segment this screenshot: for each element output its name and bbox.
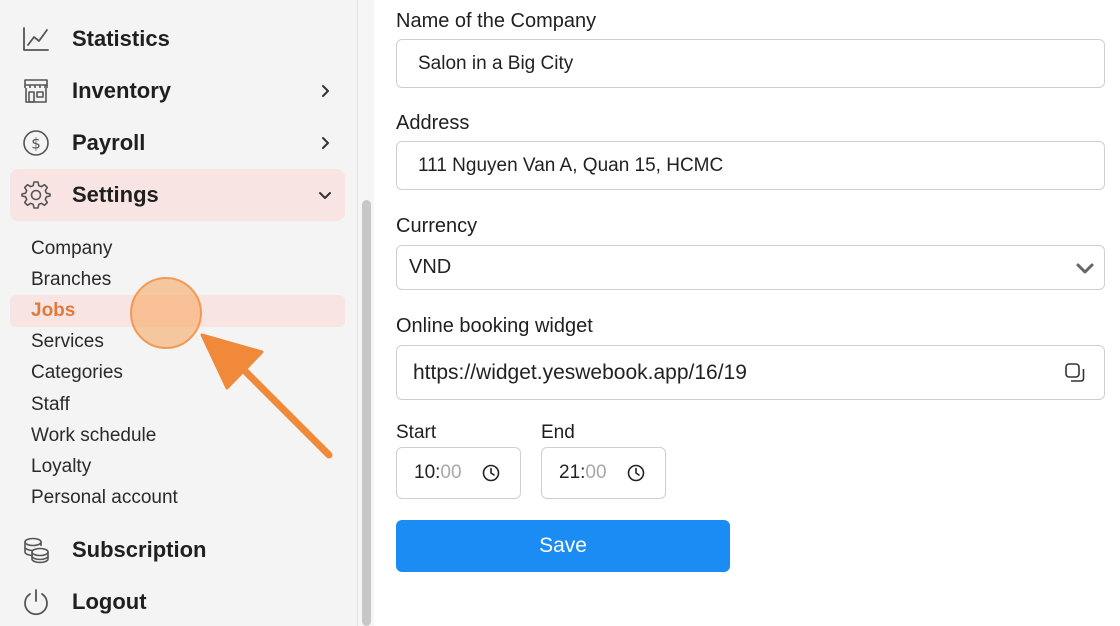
- sidebar-item-label: Settings: [72, 182, 159, 207]
- widget-label: Online booking widget: [396, 315, 593, 337]
- power-icon: [20, 586, 52, 618]
- gear-icon: [20, 179, 52, 211]
- sidebar-item-label: Inventory: [72, 78, 172, 103]
- submenu-item-company[interactable]: Company: [10, 233, 345, 264]
- submenu-item-categories[interactable]: Categories: [10, 358, 345, 389]
- address-field[interactable]: 111 Nguyen Van A, Quan 15, HCMC: [396, 141, 1105, 190]
- submenu-item-work-schedule[interactable]: Work schedule: [10, 420, 345, 451]
- chevron-right-icon: [317, 135, 333, 151]
- currency-select[interactable]: VND: [396, 245, 1105, 290]
- submenu-item-jobs[interactable]: Jobs: [10, 295, 345, 327]
- start-time-input[interactable]: 10:00: [396, 447, 521, 499]
- company-name-field[interactable]: Salon in a Big City: [396, 39, 1105, 88]
- sidebar-scrollbar-thumb[interactable]: [362, 200, 371, 626]
- submenu-item-loyalty[interactable]: Loyalty: [10, 451, 345, 482]
- sidebar-item-label: Logout: [72, 589, 147, 614]
- start-label: Start: [396, 422, 437, 443]
- sidebar-item-inventory[interactable]: Inventory: [10, 65, 345, 117]
- address-value: 111 Nguyen Van A, Quan 15, HCMC: [418, 154, 724, 176]
- submenu-item-personal-account[interactable]: Personal account: [10, 483, 345, 514]
- start-minute: 00: [440, 462, 462, 483]
- chart-line-icon: [20, 23, 52, 55]
- store-icon: [20, 75, 52, 107]
- booking-widget-url: https://widget.yeswebook.app/16/19: [413, 360, 747, 384]
- dollar-circle-icon: $: [20, 127, 52, 159]
- sidebar-item-payroll[interactable]: $ Payroll: [10, 117, 345, 169]
- svg-text:$: $: [31, 135, 41, 153]
- company-name-value: Salon in a Big City: [418, 52, 574, 74]
- submenu-item-staff[interactable]: Staff: [10, 389, 345, 420]
- sidebar-item-subscription[interactable]: Subscription: [10, 524, 345, 576]
- end-time-input[interactable]: 21:00: [541, 447, 666, 499]
- clock-icon[interactable]: [482, 464, 500, 482]
- address-label: Address: [396, 112, 470, 134]
- sidebar: Statistics Inventory $ Payroll Settings …: [0, 0, 358, 626]
- booking-widget-field[interactable]: https://widget.yeswebook.app/16/19: [396, 345, 1105, 400]
- currency-value: VND: [409, 256, 452, 278]
- clock-icon[interactable]: [627, 464, 645, 482]
- submenu-item-branches[interactable]: Branches: [10, 264, 345, 295]
- company-name-label: Name of the Company: [396, 10, 597, 32]
- chevron-down-icon: [1076, 263, 1094, 273]
- save-button[interactable]: Save: [396, 520, 730, 572]
- currency-label: Currency: [396, 215, 478, 237]
- end-label: End: [541, 422, 575, 443]
- sidebar-item-label: Statistics: [72, 26, 170, 51]
- coins-icon: [20, 534, 52, 566]
- sidebar-item-statistics[interactable]: Statistics: [10, 13, 345, 65]
- sidebar-item-settings[interactable]: Settings: [10, 169, 345, 221]
- end-hour: 21: [559, 462, 581, 483]
- start-hour: 10: [414, 462, 436, 483]
- sidebar-item-label: Payroll: [72, 130, 146, 155]
- chevron-down-icon: [317, 187, 333, 203]
- copy-icon[interactable]: [1064, 362, 1086, 384]
- settings-submenu: Company Branches Jobs Services Categorie…: [10, 233, 345, 514]
- submenu-item-services[interactable]: Services: [10, 327, 345, 358]
- sidebar-item-label: Subscription: [72, 537, 207, 562]
- chevron-right-icon: [317, 83, 333, 99]
- sidebar-item-logout[interactable]: Logout: [10, 576, 345, 626]
- end-minute: 00: [585, 462, 607, 483]
